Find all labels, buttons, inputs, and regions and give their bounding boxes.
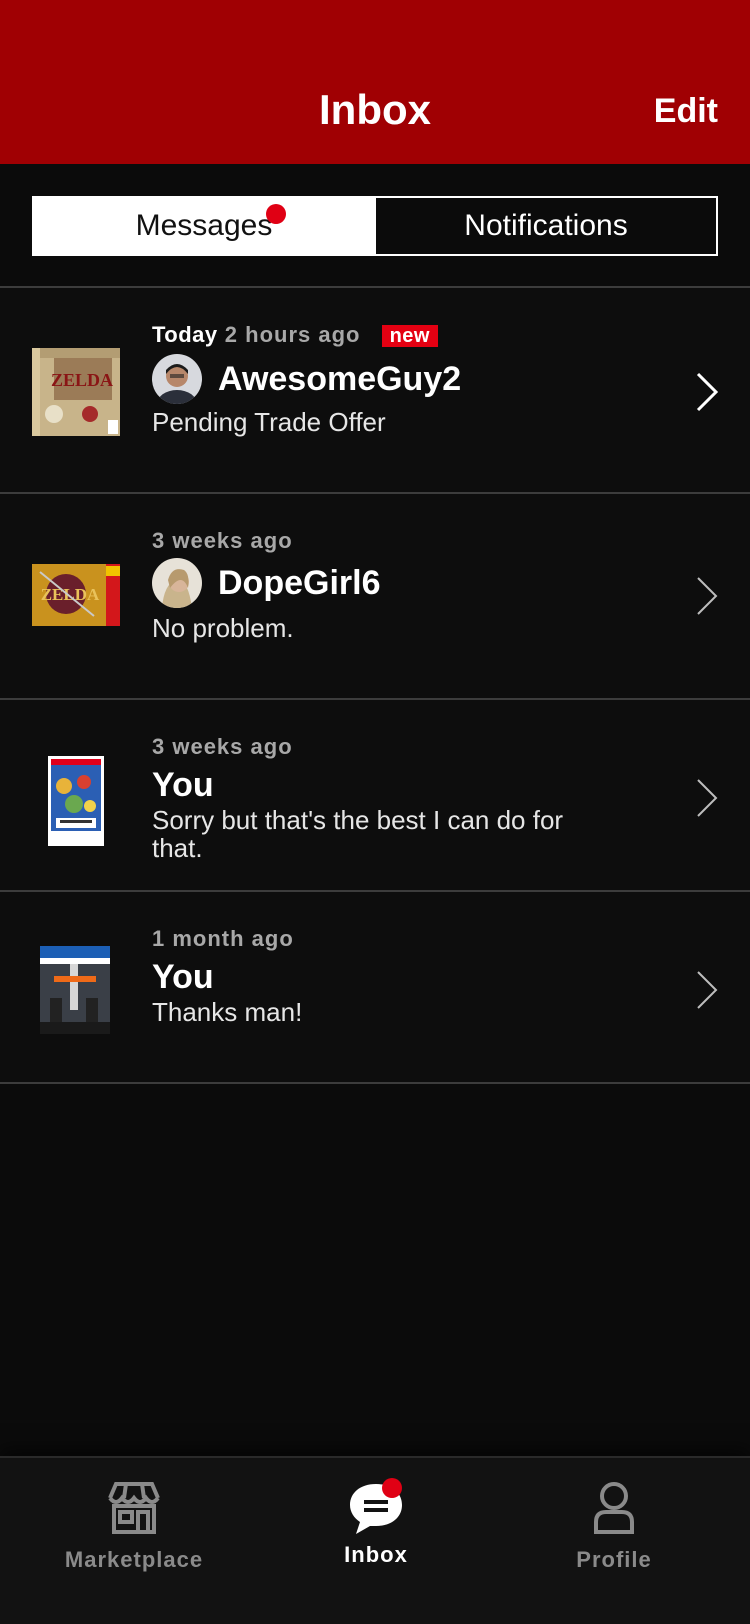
notifications-label: Notifications — [464, 209, 628, 242]
user-avatar-icon — [152, 558, 202, 608]
zelda-ocarina-box-icon: ZELDA — [32, 564, 120, 626]
unread-dot — [266, 204, 286, 224]
page-title: Inbox — [319, 86, 431, 133]
time-ago: 1 month ago — [152, 926, 294, 951]
message-preview: Thanks man! — [152, 997, 303, 1027]
new-badge: new — [381, 325, 438, 347]
zelda-majoras-mask-box-icon: ZELDA — [32, 348, 120, 436]
sender-line: You — [152, 958, 214, 997]
sender-name: DopeGirl6 — [218, 563, 381, 602]
svg-text:ZELDA: ZELDA — [41, 585, 100, 604]
tab-notifications[interactable]: Notifications — [374, 198, 716, 254]
storefront-icon — [108, 1482, 160, 1534]
message-preview: Pending Trade Offer — [152, 407, 386, 437]
time-ago: 2 hours ago — [224, 322, 361, 347]
tab-label: Marketplace — [64, 1547, 204, 1572]
message-list: ZELDA Today 2 hours ago new AwesomeGuy2 … — [0, 286, 750, 1084]
chevron-right-icon — [697, 577, 718, 615]
tab-label: Profile — [576, 1547, 652, 1572]
division-2-box-icon — [40, 946, 110, 1034]
sender-name: You — [152, 958, 214, 996]
tab-inbox[interactable]: Inbox — [266, 1478, 486, 1568]
sender-name: AwesomeGuy2 — [218, 359, 462, 398]
divider — [0, 1082, 750, 1084]
chevron-right-icon — [696, 372, 719, 412]
smash-bros-box-icon — [48, 756, 104, 846]
list-item[interactable]: ZELDA Today 2 hours ago new AwesomeGuy2 … — [0, 288, 750, 492]
sender-name: You — [152, 766, 214, 804]
list-item[interactable]: 1 month ago You Thanks man! — [0, 892, 750, 1082]
today-label: Today — [152, 322, 218, 347]
time-ago: 3 weeks ago — [152, 734, 293, 759]
message-timestamp: Today 2 hours ago new — [152, 322, 438, 348]
tab-messages[interactable]: Messages — [34, 198, 374, 254]
chevron-right-icon — [697, 971, 718, 1009]
sender-line: AwesomeGuy2 — [152, 354, 461, 404]
messages-label: Messages — [135, 209, 273, 242]
tab-label: Inbox — [344, 1542, 408, 1567]
sender-line: DopeGirl6 — [152, 558, 380, 608]
inbox-segmented-control: Messages Notifications — [32, 196, 718, 256]
list-item[interactable]: ZELDA 3 weeks ago DopeGirl6 No problem. — [0, 494, 750, 698]
time-ago: 3 weeks ago — [152, 528, 293, 553]
unread-dot — [382, 1478, 402, 1498]
message-timestamp: 1 month ago — [152, 926, 294, 952]
list-item[interactable]: 3 weeks ago You Sorry but that's the bes… — [0, 700, 750, 890]
person-icon — [594, 1482, 634, 1534]
message-timestamp: 3 weeks ago — [152, 528, 293, 554]
sender-line: You — [152, 766, 214, 805]
message-preview: Sorry but that's the best I can do for t… — [152, 805, 564, 863]
edit-button[interactable]: Edit — [654, 92, 718, 131]
chat-bubble-icon — [346, 1478, 406, 1536]
message-preview: No problem. — [152, 613, 294, 643]
chevron-right-icon — [697, 779, 718, 817]
tab-marketplace[interactable]: Marketplace — [24, 1480, 244, 1573]
bottom-tab-bar: Marketplace Inbox Profile — [0, 1456, 750, 1624]
svg-text:ZELDA: ZELDA — [51, 370, 113, 390]
app-header: Inbox Edit — [0, 0, 750, 164]
tab-profile[interactable]: Profile — [504, 1480, 724, 1573]
message-timestamp: 3 weeks ago — [152, 734, 293, 760]
user-avatar-icon — [152, 354, 202, 404]
